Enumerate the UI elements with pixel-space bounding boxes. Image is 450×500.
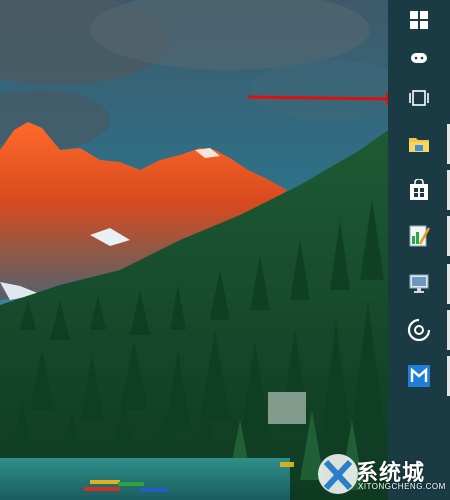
cortana-button[interactable] (388, 38, 450, 78)
blue-app-icon (408, 365, 430, 387)
folder-icon (409, 138, 429, 152)
mountain-lake-wallpaper (0, 0, 450, 500)
media-player-button[interactable] (388, 310, 450, 350)
taskbar (388, 0, 450, 500)
notepad-icon (409, 225, 430, 247)
store-button[interactable] (388, 170, 450, 210)
monitor-icon (409, 274, 429, 293)
red-annotation-arrow (248, 92, 404, 105)
start-button[interactable] (388, 0, 450, 40)
file-explorer-button[interactable] (388, 124, 450, 164)
disc-icon (407, 318, 431, 342)
notepad-app-button[interactable] (388, 216, 450, 256)
windows-logo-icon (410, 11, 428, 29)
task-view-button[interactable] (388, 78, 450, 118)
watermark-subtext: XITONGCHENG.COM (358, 482, 446, 491)
task-view-icon (409, 90, 429, 106)
remote-desktop-button[interactable] (388, 264, 450, 304)
store-icon (410, 179, 428, 200)
desktop-wallpaper (0, 0, 450, 500)
app-button[interactable] (388, 356, 450, 396)
cortana-icon (411, 53, 427, 63)
